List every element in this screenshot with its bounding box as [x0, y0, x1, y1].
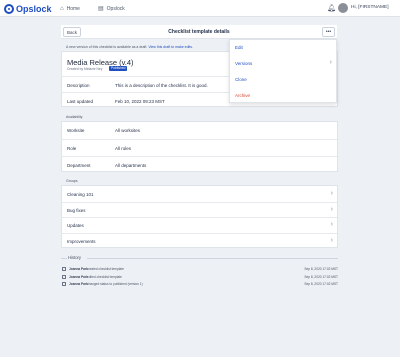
view-draft-link[interactable]: View this draft to make edits. [148, 45, 193, 49]
last-updated-label: Last updated [67, 99, 94, 104]
chevron-right-icon: › [330, 206, 333, 213]
group-name: Updates [67, 223, 84, 228]
group-name: Cleaning 101 [67, 192, 94, 197]
menu-item-edit[interactable]: Edit [230, 40, 336, 56]
page-title: Checklist template details [168, 29, 230, 35]
group-name: Improvements [67, 239, 96, 244]
history-divider [87, 258, 338, 259]
home-icon: ⌂ [60, 5, 64, 12]
history-time: Sep 8, 2020 17:02 MST [304, 275, 338, 279]
menu-item-versions[interactable]: Versions › [230, 56, 336, 72]
chevron-right-icon: › [330, 190, 333, 197]
history-action: changed status to published (version 1) [87, 282, 143, 286]
document-icon: ▤ [98, 6, 104, 12]
role-value: All roles [115, 146, 132, 151]
menu-item-label: Archive [235, 93, 251, 98]
nav-opslock[interactable]: ▤ Opslock [98, 4, 125, 13]
opslock-logo[interactable]: Opslock [4, 3, 52, 14]
history-user[interactable]: Joanna Park [69, 275, 88, 279]
checklist-icon [62, 282, 66, 286]
group-row-updates[interactable]: Updates › [62, 217, 337, 233]
history-label: History [68, 255, 82, 260]
page-header: Back Checklist template details ••• [61, 25, 337, 39]
nav-opslock-label: Opslock [106, 5, 125, 12]
history-item: Joanna Park created checklist template S… [61, 267, 338, 273]
history-item: Joanna Park edited checklist template Se… [61, 275, 338, 281]
group-row-improvements[interactable]: Improvements › [62, 233, 337, 249]
menu-item-label: Versions [235, 61, 253, 66]
logo-text: Opslock [16, 3, 52, 14]
menu-item-archive[interactable]: Archive [230, 88, 336, 104]
department-value: All departments [115, 163, 147, 168]
history-item: Joanna Park changed status to published … [61, 282, 338, 288]
nav-home[interactable]: ⌂ Home [60, 4, 80, 13]
menu-item-clone[interactable]: Clone [230, 72, 336, 88]
checklist-icon [62, 267, 66, 271]
history-time: Sep 8, 2020 17:02 MST [304, 267, 338, 271]
description-label: Description [67, 83, 90, 88]
chevron-right-icon: › [329, 59, 332, 66]
history-action: edited checklist template [87, 275, 122, 279]
user-greeting[interactable]: Hi, [FIRSTNAME] [351, 5, 389, 10]
avatar[interactable] [338, 3, 348, 13]
availability-row: Role All roles [62, 139, 337, 156]
availability-row: Worksite All worksites [62, 122, 337, 139]
history-user[interactable]: Joanna Park [69, 267, 88, 271]
role-label: Role [67, 146, 77, 151]
created-by: Created by Melanie Ney [67, 67, 103, 71]
groups-section-label: Groups [66, 179, 78, 183]
nav-home-label: Home [66, 5, 80, 12]
draft-notice: A new version of this checklist is avail… [66, 45, 193, 49]
top-navigation-bar: Opslock ⌂ Home ▤ Opslock 🔔︎ Hi, [FIRSTNA… [0, 0, 400, 17]
groups-card: Cleaning 101 › Bug fixes › Updates › Imp… [61, 185, 338, 248]
worksite-label: Worksite [67, 128, 85, 133]
description-value: This is a description of the checklist. … [115, 83, 208, 88]
chevron-right-icon: › [330, 221, 333, 228]
logo-mark-icon [4, 3, 14, 14]
last-updated-value: Feb 10, 2022 09:23 MST [115, 99, 165, 104]
history-action: created checklist template [87, 267, 124, 271]
department-label: Department [67, 163, 91, 168]
more-options-menu: Edit Versions › Clone Archive [229, 39, 337, 103]
history-divider [61, 258, 67, 259]
draft-notice-text: A new version of this checklist is avail… [66, 45, 148, 49]
checklist-icon [62, 275, 66, 279]
menu-item-label: Clone [235, 77, 247, 82]
availability-row: Department All departments [62, 156, 337, 173]
group-row-bug-fixes[interactable]: Bug fixes › [62, 202, 337, 217]
availability-card: Worksite All worksites Role All roles De… [61, 121, 338, 172]
history-time: Sep 8, 2020 17:02 MST [304, 282, 338, 286]
status-badge: Published [109, 66, 128, 71]
availability-section-label: Availability [66, 115, 83, 119]
worksite-value: All worksites [115, 128, 141, 133]
group-row-cleaning-101[interactable]: Cleaning 101 › [62, 186, 337, 202]
group-name: Bug fixes [67, 208, 86, 213]
chevron-right-icon: › [330, 237, 333, 244]
menu-item-label: Edit [235, 45, 243, 50]
history-user[interactable]: Joanna Park [69, 282, 88, 286]
more-options-button[interactable]: ••• [322, 27, 335, 37]
notification-bell-icon[interactable]: 🔔︎ [327, 4, 336, 12]
